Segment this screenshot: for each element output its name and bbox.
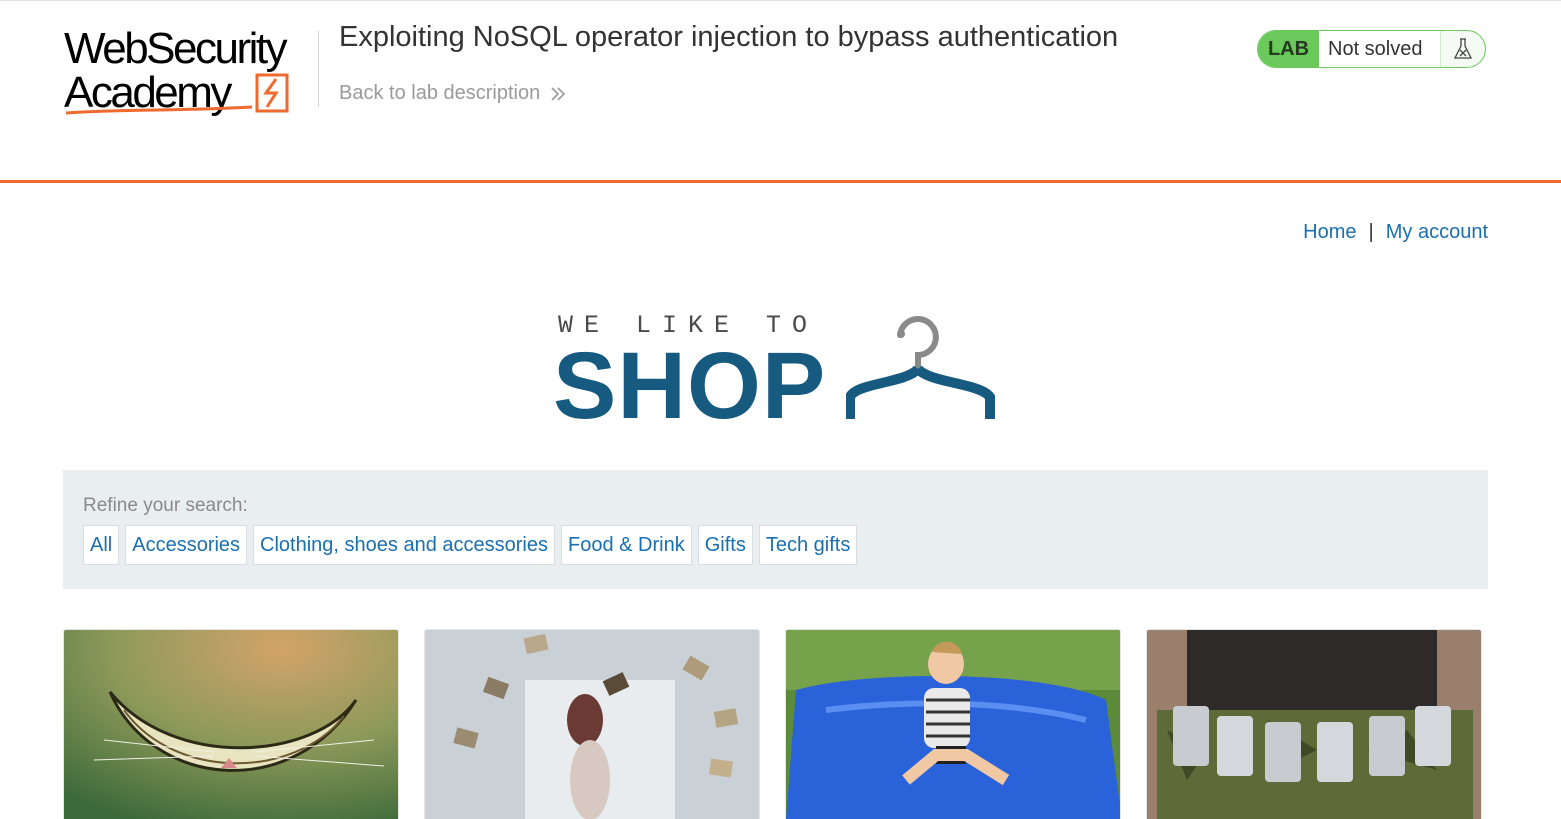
floating-books-image: [425, 630, 759, 819]
filter-clothing[interactable]: Clothing, shoes and accessories: [253, 525, 555, 565]
header-divider: [318, 31, 319, 107]
filter-label: Refine your search:: [83, 495, 248, 516]
product-grid: [63, 629, 1488, 819]
product-card[interactable]: [785, 629, 1121, 819]
lab-badge: LAB: [1258, 31, 1319, 67]
filter-food-drink[interactable]: Food & Drink: [561, 525, 692, 565]
nav-home-link[interactable]: Home: [1303, 221, 1356, 243]
web-security-academy-logo[interactable]: WebSecurity Academy: [64, 27, 316, 119]
lab-status-text: Not solved: [1319, 31, 1441, 67]
beer-belt-image: [1147, 630, 1481, 819]
filter-tech-gifts[interactable]: Tech gifts: [758, 525, 858, 565]
back-link-label: Back to lab description: [339, 82, 541, 104]
product-card[interactable]: [1146, 629, 1482, 819]
nav-separator: |: [1368, 221, 1374, 243]
academy-header: WebSecurity Academy Exploiting NoSQL ope…: [0, 1, 1561, 183]
filter-panel: Refine your search: All Accessories Clot…: [63, 470, 1488, 589]
top-nav: Home | My account: [1303, 221, 1488, 244]
filter-all[interactable]: All: [83, 525, 120, 565]
lab-status-widget: LAB Not solved: [1257, 30, 1486, 68]
product-card[interactable]: [424, 629, 760, 819]
flask-icon: [1441, 31, 1485, 67]
banner-title: SHOP: [553, 333, 827, 439]
header-orange-rule: [0, 180, 1561, 183]
lab-title: Exploiting NoSQL operator injection to b…: [339, 21, 1119, 53]
logo-flame-icon: [65, 73, 289, 115]
shop-banner: WE LIKE TO SHOP: [553, 307, 998, 434]
hanger-icon: [846, 316, 995, 419]
double-chevron-right-icon: [551, 86, 566, 101]
back-to-lab-description-link[interactable]: Back to lab description: [339, 82, 566, 105]
filter-accessories[interactable]: Accessories: [125, 525, 248, 565]
filter-list: All Accessories Clothing, shoes and acce…: [83, 525, 858, 565]
filter-gifts[interactable]: Gifts: [697, 525, 753, 565]
nav-my-account-link[interactable]: My account: [1386, 221, 1488, 243]
product-card[interactable]: [63, 629, 399, 819]
bean-bag-image: [786, 630, 1120, 819]
cheshire-grin-image: [64, 630, 398, 819]
